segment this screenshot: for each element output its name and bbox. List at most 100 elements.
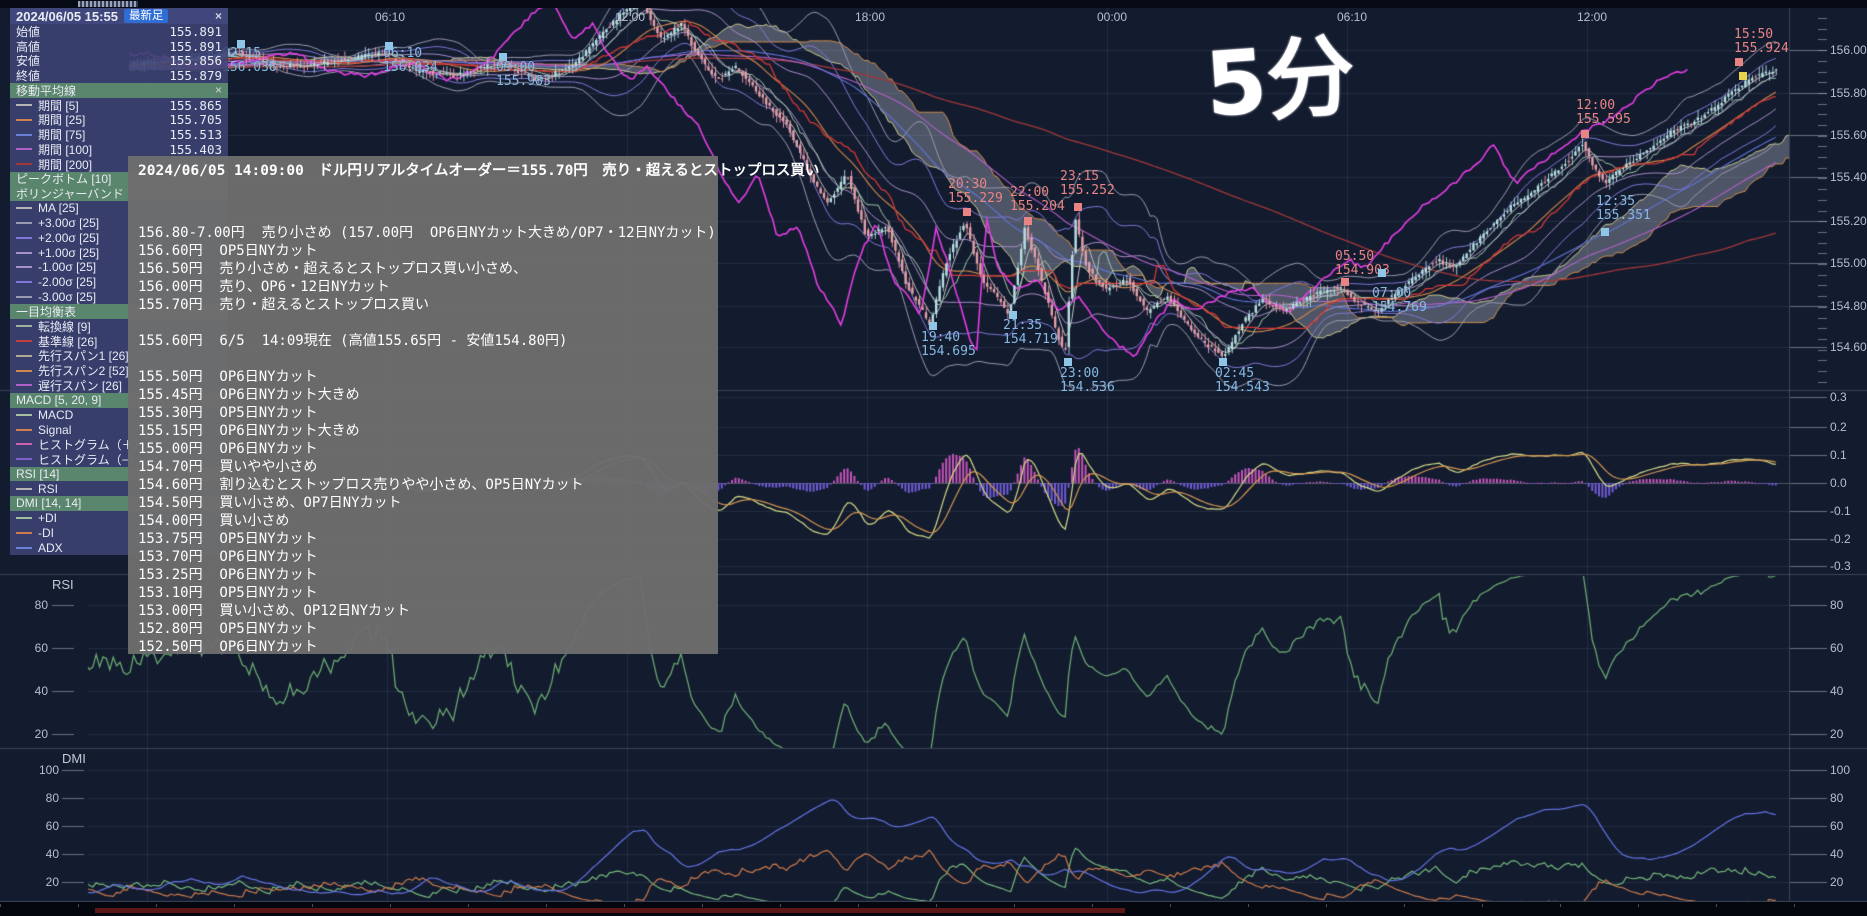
- legend-row-value: 155.865: [169, 98, 222, 113]
- peak-bottom-marker: [237, 40, 245, 48]
- tooltip-line: 155.60円 6/5 14:09現在 (高値155.65円 - 安値154.8…: [138, 332, 708, 350]
- price-axis-label: 154.60: [1830, 340, 1867, 354]
- dmi-axis-label: 60: [19, 819, 59, 833]
- legend-row[interactable]: 高値155.891: [10, 39, 228, 54]
- dmi-axis-label: 20: [1830, 875, 1843, 889]
- legend-row[interactable]: 期間 [75]155.513: [10, 127, 228, 142]
- line-color-swatch: [16, 355, 32, 357]
- section-header-label: RSI [14]: [16, 467, 59, 481]
- legend-row-label: Signal: [38, 423, 71, 437]
- legend-row-label: +2.00σ [25]: [38, 231, 99, 245]
- close-icon[interactable]: ×: [215, 83, 222, 97]
- latest-bar-badge[interactable]: 最新足: [124, 9, 169, 23]
- point-label: 12:00155.595: [1576, 99, 1631, 127]
- line-color-swatch: [16, 384, 32, 386]
- legend-row-value: 155.403: [169, 142, 222, 157]
- dmi-axis-label: 40: [1830, 847, 1843, 861]
- line-color-swatch: [16, 266, 32, 268]
- legend-row-label: -2.00σ [25]: [38, 275, 96, 289]
- peak-bottom-marker: [499, 53, 507, 61]
- rsi-axis-label: 40: [8, 684, 48, 698]
- top-scrollbar-handle[interactable]: [78, 1, 138, 7]
- legend-row[interactable]: 終値155.879: [10, 68, 228, 83]
- tooltip-line: 155.45円 OP6日NYカット大きめ: [138, 386, 708, 404]
- peak-bottom-marker: [1735, 58, 1743, 66]
- tooltip-body: 156.80-7.00円 売り小さめ (157.00円 OP6日NYカット大きめ…: [138, 224, 708, 656]
- line-color-swatch: [16, 281, 32, 283]
- peak-bottom-marker: [929, 322, 937, 330]
- peak-bottom-marker: [1378, 269, 1386, 277]
- legend-row[interactable]: 期間 [5]155.865: [10, 98, 228, 113]
- price-axis-label: 155.00: [1830, 256, 1867, 270]
- legend-row-value: 155.891: [169, 39, 222, 54]
- point-label: 23:00154.536: [1060, 367, 1115, 395]
- price-axis-label: 154.80: [1830, 299, 1867, 313]
- line-color-swatch: [16, 119, 32, 121]
- legend-row[interactable]: 期間 [100]155.403: [10, 142, 228, 157]
- peak-bottom-marker: [1064, 358, 1072, 366]
- price-axis-label: 155.20: [1830, 214, 1867, 228]
- line-color-swatch: [16, 296, 32, 298]
- legend-section-header[interactable]: 移動平均線×: [10, 83, 228, 98]
- point-label: 12:35155.351: [1596, 195, 1651, 223]
- legend-row[interactable]: 期間 [25]155.705: [10, 113, 228, 128]
- line-color-swatch: [16, 370, 32, 372]
- time-axis-label: 12:00: [1577, 10, 1607, 24]
- tooltip-line: 154.60円 割り込むとストップロス売りやや小さめ、OP5日NYカット: [138, 476, 708, 494]
- bottom-scrollbar-ticks: [0, 904, 1867, 907]
- tooltip-line: 153.70円 OP6日NYカット: [138, 548, 708, 566]
- rsi-axis-label: 40: [1830, 684, 1843, 698]
- tooltip-title: 2024/06/05 14:09:00 ドル円リアルタイムオーダー＝155.70…: [138, 159, 708, 180]
- legend-row-label: MA [25]: [38, 201, 79, 215]
- section-header-label: ボリンジャーバンド: [16, 185, 124, 202]
- bottom-scrollbar-range[interactable]: [95, 908, 1125, 913]
- price-axis-label: 156.00: [1830, 43, 1867, 57]
- top-scrollbar[interactable]: [0, 0, 1867, 8]
- legend-row-label: RSI: [38, 482, 58, 496]
- dmi-axis-label: 80: [19, 791, 59, 805]
- section-header-label: DMI [14, 14]: [16, 496, 81, 510]
- fx-chart-app-window: 06:1012:0018:0000:0006:1012:00156.00155.…: [0, 0, 1867, 916]
- legend-row-label: ヒストグラム（−）: [38, 451, 141, 468]
- rsi-axis-label: 60: [1830, 641, 1843, 655]
- peak-bottom-marker: [1601, 228, 1609, 236]
- rsi-axis-label: 20: [8, 727, 48, 741]
- section-header-label: MACD [5, 20, 9]: [16, 393, 101, 407]
- close-icon[interactable]: ×: [215, 9, 222, 23]
- price-axis-label: 155.80: [1830, 86, 1867, 100]
- legend-row-label: ADX: [38, 541, 63, 555]
- bottom-scrollbar[interactable]: [0, 902, 1867, 916]
- tooltip-line: 153.10円 OP5日NYカット: [138, 584, 708, 602]
- legend-title-row[interactable]: 2024/06/05 15:55 最新足 ×: [10, 8, 228, 24]
- legend-row-label: -3.00σ [25]: [38, 290, 96, 304]
- line-color-swatch: [16, 532, 32, 534]
- rsi-axis-label: 60: [8, 641, 48, 655]
- point-label: 06:10156.034: [383, 47, 438, 75]
- peak-bottom-marker: [1074, 203, 1082, 211]
- dmi-axis-label: 20: [19, 875, 59, 889]
- tooltip-line: 155.50円 OP6日NYカット: [138, 368, 708, 386]
- macd-axis-label: 0.2: [1830, 420, 1847, 434]
- time-axis-label: 12:00: [615, 10, 645, 24]
- legend-row-label: 遅行スパン [26]: [38, 377, 122, 394]
- tooltip-line: 156.60円 OP5日NYカット: [138, 242, 708, 260]
- rsi-axis-label: 20: [1830, 727, 1843, 741]
- peak-bottom-marker: [1739, 72, 1747, 80]
- legend-row-value: 155.856: [169, 53, 222, 68]
- line-color-swatch: [16, 222, 32, 224]
- legend-row-value: 155.513: [169, 127, 222, 142]
- rsi-axis-label: 80: [8, 598, 48, 612]
- line-color-swatch: [16, 148, 32, 150]
- point-label: 21:35154.719: [1003, 319, 1058, 347]
- legend-datetime: 2024/06/05 15:55: [16, 9, 118, 24]
- legend-row[interactable]: 始値155.891: [10, 24, 228, 39]
- legend-row-label: +3.00σ [25]: [38, 216, 99, 230]
- order-info-tooltip: 2024/06/05 14:09:00 ドル円リアルタイムオーダー＝155.70…: [128, 156, 718, 654]
- line-color-swatch: [16, 547, 32, 549]
- peak-bottom-marker: [1219, 358, 1227, 366]
- point-label: 15:50155.924: [1734, 28, 1789, 56]
- tooltip-line: [138, 350, 708, 368]
- tooltip-line: 155.00円 OP6日NYカット: [138, 440, 708, 458]
- legend-row[interactable]: 安値155.856: [10, 54, 228, 69]
- peak-bottom-marker: [385, 42, 393, 50]
